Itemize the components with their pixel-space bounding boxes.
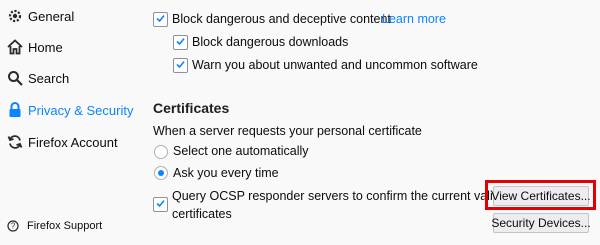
sidebar: General Home Search Privacy & Security F… xyxy=(0,0,133,245)
learn-more-link[interactable]: Learn more xyxy=(382,12,446,26)
sidebar-item-search[interactable]: Search xyxy=(0,65,125,91)
ocsp-checkbox[interactable] xyxy=(153,197,168,212)
checkmark-icon xyxy=(156,15,165,23)
block-deceptive-label: Block dangerous and deceptive content xyxy=(172,12,391,26)
sidebar-item-label: Privacy & Security xyxy=(28,102,134,118)
sync-icon xyxy=(6,133,24,151)
warn-software-checkbox[interactable] xyxy=(173,58,188,73)
warn-software-label: Warn you about unwanted and uncommon sof… xyxy=(192,58,478,72)
sidebar-item-general[interactable]: General xyxy=(0,3,125,29)
select-automatically-radio[interactable] xyxy=(154,145,168,159)
home-icon xyxy=(6,38,24,56)
sidebar-item-label: Home xyxy=(28,39,63,55)
gear-icon xyxy=(6,7,24,25)
svg-text:?: ? xyxy=(11,222,16,231)
sidebar-item-label: General xyxy=(28,8,75,24)
checkmark-icon xyxy=(176,38,185,46)
ocsp-label: Query OCSP responder servers to confirm … xyxy=(172,189,527,203)
highlight-box xyxy=(485,180,596,210)
ask-every-time-radio[interactable] xyxy=(154,166,168,180)
checkmark-icon xyxy=(156,200,165,208)
lock-icon xyxy=(6,101,24,119)
sidebar-item-firefox-account[interactable]: Firefox Account xyxy=(0,129,125,155)
sidebar-item-privacy-security[interactable]: Privacy & Security xyxy=(0,97,133,123)
block-downloads-label: Block dangerous downloads xyxy=(192,35,349,49)
sidebar-item-label: Firefox Account xyxy=(28,134,118,150)
certificates-heading: Certificates xyxy=(153,100,230,116)
search-icon xyxy=(6,69,24,87)
firefox-support-link[interactable]: ? Firefox Support xyxy=(0,216,125,236)
ask-every-time-label: Ask you every time xyxy=(173,166,279,180)
certificate-request-text: When a server requests your personal cer… xyxy=(153,124,422,138)
sidebar-item-home[interactable]: Home xyxy=(0,34,125,60)
block-deceptive-checkbox[interactable] xyxy=(153,12,168,27)
block-downloads-checkbox[interactable] xyxy=(173,35,188,50)
checkmark-icon xyxy=(176,61,185,69)
help-icon: ? xyxy=(6,219,20,233)
security-devices-button[interactable]: Security Devices... xyxy=(491,213,591,233)
ocsp-label-continued: certificates xyxy=(172,207,232,221)
firefox-support-label: Firefox Support xyxy=(27,220,103,232)
sidebar-item-label: Search xyxy=(28,70,70,86)
select-automatically-label: Select one automatically xyxy=(173,144,309,158)
